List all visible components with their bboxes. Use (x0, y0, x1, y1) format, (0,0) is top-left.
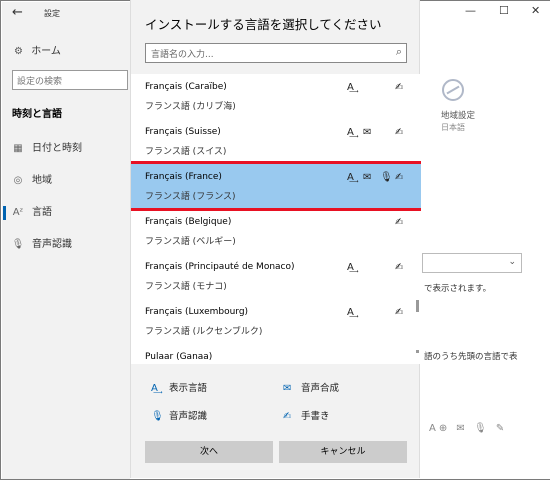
sidebar-item-language[interactable]: Aᶻ 言語 (3, 204, 52, 222)
language-list[interactable]: Français (Caraïbe) フランス語 (カリブ海) A͢ ✍ Fra… (131, 74, 421, 364)
display-language-icon: A͢ (347, 307, 354, 318)
microphone-icon: 🎙 (380, 172, 393, 183)
list-item[interactable]: Français (Belgique) フランス語 (ベルギー) ✍ (131, 209, 421, 253)
list-item-selected[interactable]: Français (France) フランス語 (フランス) A͢ ✉ 🎙 ✍ (131, 161, 421, 211)
globe-icon: ◎ (13, 175, 23, 186)
region-settings-sub: 日本語 (441, 123, 465, 132)
handwriting-icon: ✍ (395, 307, 404, 318)
language-name: Français (Caraïbe) (145, 82, 227, 92)
language-icon: Aᶻ (12, 207, 24, 218)
text-to-speech-icon: ✉ (363, 127, 372, 138)
legend-display: A͢ 表示言語 (151, 380, 207, 394)
list-item[interactable]: Français (Caraïbe) フランス語 (カリブ海) A͢ ✍ (131, 74, 421, 118)
scrollbar-arrow[interactable] (416, 350, 419, 353)
home-link[interactable]: ⚙ ホーム (14, 42, 61, 57)
close-button[interactable]: ✕ (531, 4, 540, 17)
section-title: 時刻と言語 (12, 109, 62, 120)
legend-label: 音声認識 (169, 411, 208, 422)
chevron-down-icon: ⌄ (508, 257, 516, 267)
display-language-icon: A͢ (347, 172, 354, 183)
search-placeholder: 言語名の入力... (151, 50, 214, 60)
language-sub: フランス語 (ルクセンブルク) (145, 327, 263, 337)
search-icon[interactable]: ⌕ (396, 45, 402, 59)
language-name: Français (Luxembourg) (145, 307, 249, 317)
handwriting-icon: ✍ (395, 172, 404, 183)
legend-handwriting: ✍ 手書き (283, 408, 330, 422)
microphone-icon: 🎙 (11, 239, 25, 250)
display-language-icon: A͢ (347, 82, 354, 93)
microphone-icon: 🎙 (151, 411, 164, 422)
legend-label: 手書き (301, 411, 330, 422)
handwriting-icon: ✍ (395, 262, 404, 273)
handwriting-icon: ✍ (395, 217, 404, 228)
calendar-icon: ▦ (13, 143, 23, 154)
next-button[interactable]: 次へ (145, 441, 273, 463)
legend-tts: ✉ 音声合成 (283, 380, 339, 394)
description-fragment: 語のうち先頭の言語で表 (424, 352, 518, 362)
sidebar-item-label: 音声認識 (32, 239, 72, 250)
handwriting-icon: ✍ (283, 411, 292, 422)
sidebar-item-region[interactable]: ◎ 地域 (10, 172, 52, 190)
legend-label: 音声合成 (301, 383, 340, 394)
sidebar-item-date-time[interactable]: ▦ 日付と時刻 (10, 140, 82, 158)
description-fragment: で表示されます。 (424, 284, 492, 294)
handwriting-icon: ✍ (395, 82, 404, 93)
minimize-button[interactable]: — (465, 4, 476, 17)
list-item[interactable]: Français (Suisse) フランス語 (スイス) A͢ ✉ ✍ (131, 119, 421, 163)
feature-icons-fragment: A⊕ ✉ 🎙 ✎ (429, 423, 508, 434)
legend-label: 表示言語 (169, 383, 208, 394)
install-language-dialog: インストールする言語を選択してください 言語名の入力... ⌕ Français… (130, 0, 421, 478)
list-item[interactable]: Pulaar (Ganaa) (131, 344, 421, 364)
app-title: 設定 (44, 9, 60, 18)
list-item[interactable]: Français (Luxembourg) フランス語 (ルクセンブルク) A͢… (131, 299, 421, 343)
settings-search-input[interactable]: 設定の検索 (12, 70, 128, 90)
gear-icon: ⚙ (14, 46, 23, 57)
home-label: ホーム (31, 46, 61, 57)
dialog-title: インストールする言語を選択してください (145, 17, 382, 32)
sidebar: ← 設定 ⚙ ホーム 設定の検索 時刻と言語 ▦ 日付と時刻 ◎ 地域 Aᶻ 言語 🎙… (2, 2, 130, 479)
display-language-icon: A͢ (347, 127, 354, 138)
language-name: Français (Principauté de Monaco) (145, 262, 295, 272)
region-settings-label[interactable]: 地域設定 (441, 109, 475, 121)
language-name: Pulaar (Ganaa) (145, 352, 213, 362)
display-language-dropdown[interactable]: ⌄ (422, 253, 522, 273)
language-sub: フランス語 (モナコ) (145, 282, 227, 292)
language-search-input[interactable]: 言語名の入力... ⌕ (145, 43, 407, 63)
sidebar-item-speech[interactable]: 🎙 音声認識 (10, 236, 72, 254)
title-bar: ← 設定 (2, 2, 130, 24)
legend-speech: 🎙 音声認識 (151, 408, 207, 422)
language-sub: フランス語 (フランス) (145, 192, 236, 202)
language-name: Français (France) (145, 172, 222, 182)
scrollbar-thumb[interactable] (416, 300, 419, 312)
cancel-button[interactable]: キャンセル (279, 441, 407, 463)
display-language-icon: A͢ (347, 262, 354, 273)
sidebar-item-label: 日付と時刻 (32, 143, 82, 154)
list-item[interactable]: Français (Principauté de Monaco) フランス語 (… (131, 254, 421, 298)
region-globe-icon[interactable] (442, 79, 464, 101)
sidebar-item-label: 言語 (32, 207, 52, 218)
language-name: Français (Suisse) (145, 127, 221, 137)
settings-content-right (421, 1, 550, 479)
handwriting-icon: ✍ (395, 127, 404, 138)
maximize-button[interactable]: ☐ (499, 4, 509, 17)
text-to-speech-icon: ✉ (363, 172, 372, 183)
language-sub: フランス語 (ベルギー) (145, 237, 236, 247)
display-language-icon: A͢ (151, 383, 158, 394)
text-to-speech-icon: ✉ (283, 383, 292, 394)
back-arrow-icon[interactable]: ← (12, 5, 23, 20)
language-sub: フランス語 (カリブ海) (145, 102, 236, 112)
language-name: Français (Belgique) (145, 217, 232, 227)
sidebar-item-label: 地域 (32, 175, 52, 186)
language-sub: フランス語 (スイス) (145, 147, 227, 157)
